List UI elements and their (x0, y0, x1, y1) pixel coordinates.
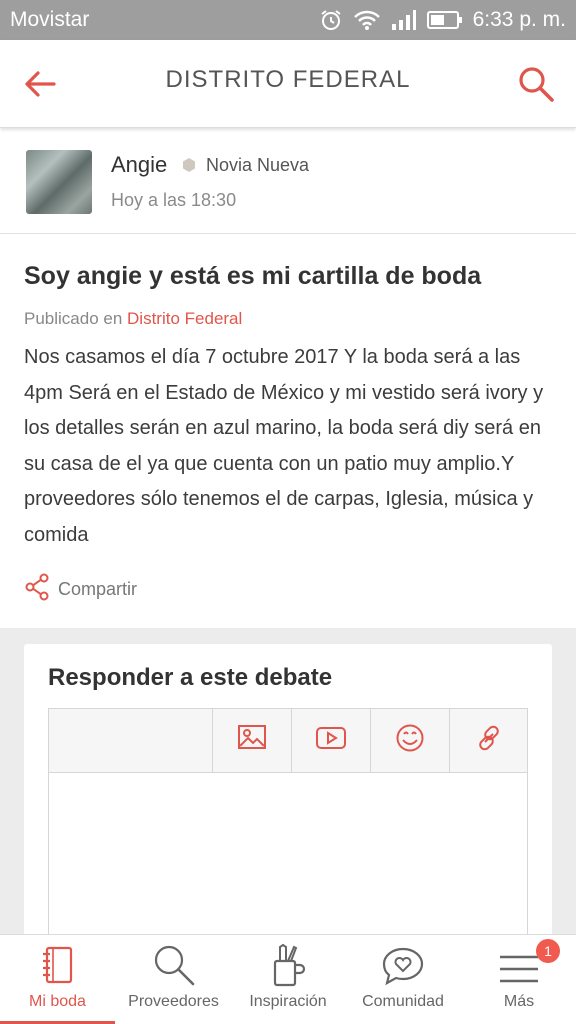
post-body: Nos casamos el día 7 octubre 2017 Y la b… (24, 346, 544, 546)
insert-image-button[interactable] (212, 709, 291, 772)
notebook-icon (41, 935, 75, 987)
clock-time: 6:33 p. m. (472, 8, 566, 31)
status-icons: 6:33 p. m. (319, 6, 566, 34)
post: Soy angie y está es mi cartilla de boda … (0, 234, 576, 628)
video-icon (315, 726, 347, 755)
nav-label: Inspiración (249, 993, 327, 1010)
image-icon (237, 724, 267, 757)
search-icon (152, 935, 196, 987)
menu-icon (498, 935, 540, 987)
chat-heart-icon (381, 935, 425, 987)
post-time: Hoy a las 18:30 (111, 190, 237, 210)
reply-editor (48, 708, 528, 948)
reply-textarea[interactable] (49, 773, 527, 943)
wifi-icon (353, 9, 381, 31)
status-bar: Movistar 6:33 p. m. (0, 0, 576, 40)
insert-link-button[interactable] (449, 709, 528, 772)
avatar[interactable] (26, 150, 92, 214)
insert-emoji-button[interactable] (370, 709, 449, 772)
insert-video-button[interactable] (291, 709, 370, 772)
search-icon[interactable] (516, 64, 556, 104)
editor-toolbar (49, 709, 527, 773)
published-prefix: Publicado en (24, 309, 128, 328)
reply-heading: Responder a este debate (48, 664, 333, 691)
battery-icon (426, 11, 463, 29)
nav-mi-boda[interactable]: Mi boda (0, 935, 115, 1024)
notification-badge: 1 (536, 939, 560, 963)
page-title: DISTRITO FEDERAL (165, 66, 411, 93)
share-label: Compartir (58, 579, 138, 599)
hexagon-badge-icon (181, 157, 197, 173)
author-name[interactable]: Angie (111, 152, 167, 178)
nav-label: Proveedores (128, 993, 219, 1010)
alarm-icon (319, 8, 343, 32)
share-button[interactable]: Compartir (24, 573, 137, 606)
author-row: Angie Novia Nueva Hoy a las 18:30 (0, 130, 576, 234)
bottom-nav: Mi boda Proveedores Inspiración Comunida… (0, 934, 576, 1024)
published-location-link[interactable]: Distrito Federal (127, 309, 242, 328)
reply-card: Responder a este debate (24, 644, 552, 948)
author-badge: Novia Nueva (206, 155, 310, 175)
nav-inspiracion[interactable]: Inspiración (232, 935, 344, 1024)
published-line: Publicado en Distrito Federal (24, 309, 242, 329)
carrier-name: Movistar (10, 8, 90, 31)
nav-label: Comunidad (362, 993, 444, 1010)
signal-icon (391, 9, 417, 31)
share-icon (24, 573, 50, 606)
smiley-icon (395, 723, 425, 758)
pencil-cup-icon (268, 935, 308, 987)
post-title: Soy angie y está es mi cartilla de boda (24, 262, 482, 290)
app-header: DISTRITO FEDERAL (0, 40, 576, 128)
nav-label: Mi boda (29, 993, 86, 1010)
link-icon (474, 723, 504, 758)
nav-comunidad[interactable]: Comunidad (344, 935, 462, 1024)
nav-label: Más (503, 993, 535, 1010)
nav-proveedores[interactable]: Proveedores (115, 935, 232, 1024)
